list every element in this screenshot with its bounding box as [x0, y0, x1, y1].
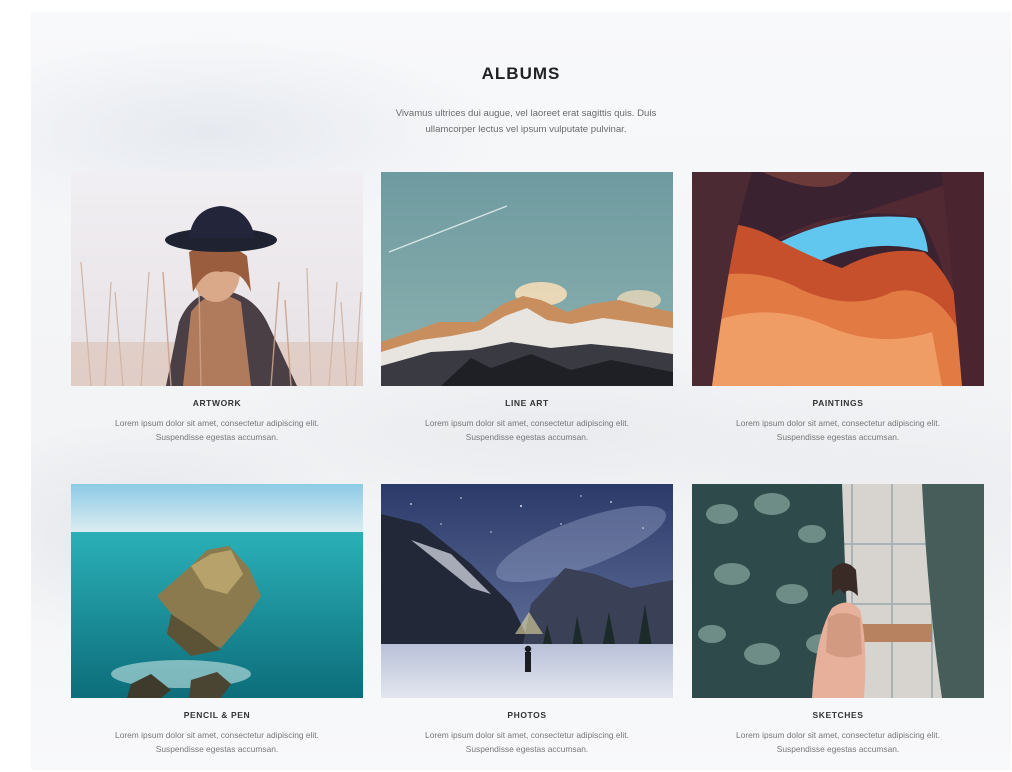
albums-section: ALBUMS Vivamus ultrices dui augue, vel l…	[31, 12, 1011, 770]
album-title[interactable]: PAINTINGS	[692, 398, 984, 408]
album-image-line-art[interactable]	[381, 172, 673, 386]
album-image-pencil-pen[interactable]	[71, 484, 363, 698]
album-description: Lorem ipsum dolor sit amet, consectetur …	[115, 730, 319, 754]
album-title[interactable]: ARTWORK	[71, 398, 363, 408]
album-image-photos[interactable]	[381, 484, 673, 698]
album-description: Lorem ipsum dolor sit amet, consectetur …	[425, 730, 629, 754]
album-description: Lorem ipsum dolor sit amet, consectetur …	[115, 418, 319, 442]
album-title[interactable]: SKETCHES	[692, 710, 984, 720]
album-image-paintings[interactable]	[692, 172, 984, 386]
section-title: ALBUMS	[481, 64, 561, 83]
album-description: Lorem ipsum dolor sit amet, consectetur …	[736, 418, 940, 442]
album-image-sketches[interactable]	[692, 484, 984, 698]
album-description: Lorem ipsum dolor sit amet, consectetur …	[736, 730, 940, 754]
album-image-artwork[interactable]	[71, 172, 363, 386]
album-title[interactable]: LINE ART	[381, 398, 673, 408]
album-description: Lorem ipsum dolor sit amet, consectetur …	[425, 418, 629, 442]
section-subtitle: Vivamus ultrices dui augue, vel laoreet …	[395, 108, 657, 135]
album-title[interactable]: PHOTOS	[381, 710, 673, 720]
album-title[interactable]: PENCIL & PEN	[71, 710, 363, 720]
